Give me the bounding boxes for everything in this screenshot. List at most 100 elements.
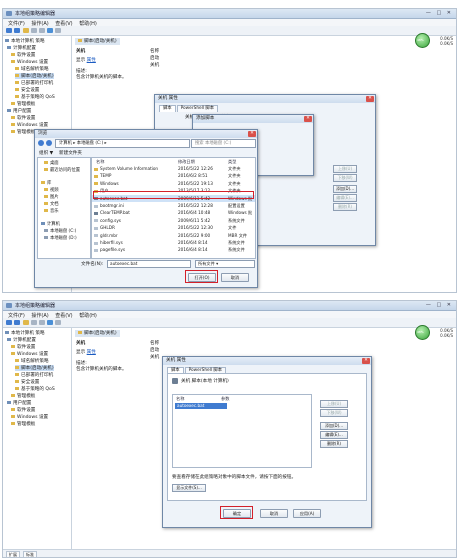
- file-row[interactable]: hiberfil.sys 2016/6/4 8:14 系统文件: [92, 239, 255, 246]
- view-icon[interactable]: [31, 28, 37, 33]
- close-icon[interactable]: ✕: [366, 96, 374, 102]
- edit-button[interactable]: 编辑(E)...: [333, 194, 357, 202]
- nav-videos[interactable]: 视频: [44, 187, 59, 193]
- tree-item-user-software[interactable]: 软件设置: [11, 407, 35, 413]
- minimize-button[interactable]: —: [426, 10, 433, 16]
- tree-item-name-resolution[interactable]: 域名解析策略: [15, 358, 49, 364]
- nav-computer[interactable]: 计算机: [41, 221, 60, 227]
- tree-item-user-config[interactable]: 用户配置: [7, 400, 31, 406]
- properties-link[interactable]: 属性: [87, 350, 96, 355]
- properties-icon[interactable]: [55, 28, 61, 33]
- list-item-shutdown[interactable]: 关机: [150, 62, 159, 68]
- tree-item-qos[interactable]: 基于策略的 QoS: [15, 386, 55, 392]
- move-down-button[interactable]: 下移(W): [333, 174, 357, 182]
- col-script-name[interactable]: 名称: [176, 395, 184, 402]
- nav-recent[interactable]: 最近访问的位置: [44, 167, 80, 173]
- tree-item-admin-templates[interactable]: 管理模板: [11, 101, 35, 107]
- filename-input[interactable]: autoexec.bat: [107, 260, 191, 268]
- tree-item-name-resolution[interactable]: 域名解析策略: [15, 66, 49, 72]
- tree-item-printers[interactable]: 已部署的打印机: [15, 372, 53, 378]
- properties-link[interactable]: 属性: [87, 58, 96, 63]
- nav-libraries[interactable]: 库: [41, 180, 51, 186]
- back-icon[interactable]: [6, 28, 12, 33]
- nav-pictures[interactable]: 图片: [44, 194, 59, 200]
- minimize-button[interactable]: —: [426, 302, 433, 308]
- file-row[interactable]: gldr.mbr 2016/5/22 9:00 MBR 文件: [92, 232, 255, 239]
- properties-icon[interactable]: [55, 320, 61, 325]
- maximize-button[interactable]: □: [436, 302, 443, 308]
- script-entry[interactable]: autoexec.bat: [175, 403, 227, 409]
- tree-item-security[interactable]: 安全设置: [15, 379, 39, 385]
- path-drive[interactable]: 本地磁盘 (C:): [77, 141, 103, 146]
- tree-item-software[interactable]: 软件设置: [11, 344, 35, 350]
- tree-item-user-config[interactable]: 用户配置: [7, 108, 31, 114]
- file-row[interactable]: System Volume Information 2016/5/22 12:26…: [92, 165, 255, 172]
- tab-standard[interactable]: 标准: [23, 551, 37, 557]
- forward-icon[interactable]: [46, 140, 52, 146]
- list-item-shutdown[interactable]: 关机: [150, 354, 159, 360]
- organize-button[interactable]: 组织 ▼: [39, 150, 53, 156]
- nav-desktop[interactable]: 桌面: [44, 160, 59, 166]
- tree-item-user-windows[interactable]: Windows 设置: [11, 122, 48, 128]
- file-row[interactable]: TEMP 2016/6/2 8:51 文件夹: [92, 172, 255, 179]
- folder-icon[interactable]: [23, 28, 29, 33]
- tree-item-user-windows[interactable]: Windows 设置: [11, 414, 48, 420]
- tree-item-user-admin[interactable]: 管理模板: [11, 129, 35, 135]
- col-type[interactable]: 类型: [228, 158, 236, 165]
- address-bar[interactable]: 计算机 ▸ 本地磁盘 (C:) ▸: [55, 139, 190, 148]
- file-row[interactable]: ClearTEMP.bat 2016/6/4 10:48 Windows 批: [92, 209, 255, 216]
- maximize-button[interactable]: □: [436, 10, 443, 16]
- nav-music[interactable]: 音乐: [44, 208, 59, 214]
- help-icon[interactable]: [47, 28, 53, 33]
- col-date[interactable]: 修改日期: [178, 158, 195, 165]
- tree-item-user-admin[interactable]: 管理模板: [11, 421, 35, 427]
- tree-item-qos[interactable]: 基于策略的 QoS: [15, 94, 55, 100]
- back-icon[interactable]: [6, 320, 12, 325]
- close-icon[interactable]: ✕: [304, 116, 312, 122]
- export-icon[interactable]: [39, 320, 45, 325]
- tree-item-scripts[interactable]: 脚本(启动/关机): [15, 365, 54, 371]
- file-row[interactable]: bootmgr.ini 2016/5/22 12:28 配置设置: [92, 202, 255, 209]
- col-name[interactable]: 名称: [96, 158, 104, 165]
- file-row[interactable]: pagefile.sys 2016/6/4 8:14 系统文件: [92, 246, 255, 253]
- tree-item-printers[interactable]: 已部署的打印机: [15, 80, 53, 86]
- move-up-button[interactable]: 上移(U): [333, 165, 357, 173]
- tree-item-computer-config[interactable]: 计算机配置: [7, 45, 36, 51]
- add-button[interactable]: 添加(D)...: [320, 422, 348, 430]
- list-item-startup[interactable]: 启动: [150, 347, 159, 353]
- window-controls[interactable]: — □ ✕: [426, 10, 453, 16]
- forward-icon[interactable]: [14, 320, 20, 325]
- nav-drive-d[interactable]: 本地磁盘 (D:): [44, 235, 77, 241]
- close-icon[interactable]: ✕: [248, 131, 256, 137]
- speed-orb[interactable]: 48%: [415, 33, 430, 48]
- folder-icon[interactable]: [23, 320, 29, 325]
- col-script-params[interactable]: 参数: [221, 395, 229, 402]
- tree-item-security[interactable]: 安全设置: [15, 87, 39, 93]
- move-up-button[interactable]: 上移(U): [320, 400, 348, 408]
- tab-scripts[interactable]: 脚本: [159, 105, 176, 112]
- tab-extended[interactable]: 扩展: [6, 551, 20, 557]
- speed-orb[interactable]: 48%: [415, 325, 430, 340]
- help-icon[interactable]: [47, 320, 53, 325]
- back-icon[interactable]: [38, 140, 44, 146]
- tree-item-software[interactable]: 软件设置: [11, 52, 35, 58]
- nav-documents[interactable]: 文档: [44, 201, 59, 207]
- show-files-button[interactable]: 显示文件(S)...: [172, 484, 206, 492]
- nav-drive-c[interactable]: 本地磁盘 (C:): [44, 228, 76, 234]
- tree-item-computer-config[interactable]: 计算机配置: [7, 337, 36, 343]
- view-icon[interactable]: [31, 320, 37, 325]
- file-type-select[interactable]: 所有文件 ▾: [195, 260, 255, 268]
- export-icon[interactable]: [39, 28, 45, 33]
- tree-item-admin-templates[interactable]: 管理模板: [11, 393, 35, 399]
- tree-item-scripts[interactable]: 脚本(启动/关机): [15, 73, 54, 79]
- move-down-button[interactable]: 下移(W): [320, 409, 348, 417]
- tree-item-windows-settings[interactable]: Windows 设置: [11, 59, 48, 65]
- tree-item-root[interactable]: 本地计算机 策略: [5, 330, 45, 336]
- tree-item-user-software[interactable]: 软件设置: [11, 115, 35, 121]
- window-controls[interactable]: — □ ✕: [426, 302, 453, 308]
- file-row[interactable]: GHLDR 2016/5/22 12:30 文件: [92, 224, 255, 231]
- cancel-button[interactable]: 取消: [260, 509, 288, 518]
- file-row[interactable]: config.sys 2009/6/11 5:42 系统文件: [92, 217, 255, 224]
- search-box[interactable]: 搜索 本地磁盘 (C:): [191, 139, 256, 148]
- path-computer[interactable]: 计算机: [59, 141, 72, 146]
